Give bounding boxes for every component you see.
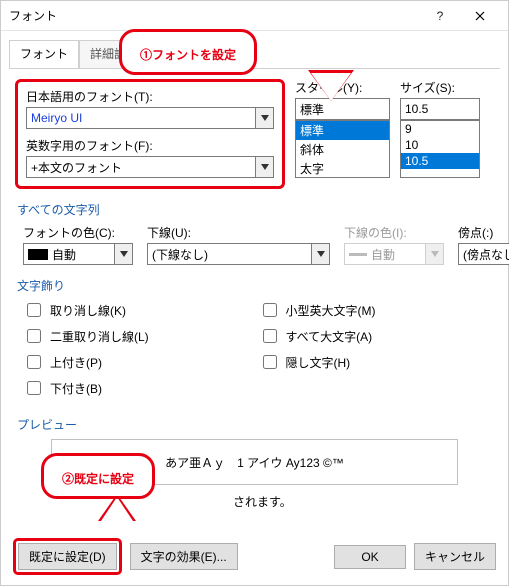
style-option[interactable]: 斜体: [296, 140, 389, 159]
dialog-buttons: 既定に設定(D) 文字の効果(E)... OK キャンセル: [13, 538, 496, 575]
smallcaps-checkbox[interactable]: 小型英大文字(M): [259, 300, 495, 320]
chevron-down-icon: [317, 251, 325, 257]
chevron-down-icon: [120, 251, 128, 257]
style-listbox[interactable]: 標準 斜体 太字: [295, 120, 390, 178]
jp-font-label: 日本語用のフォント(T):: [26, 88, 274, 105]
font-color-label: フォントの色(C):: [23, 224, 133, 241]
callout-2-tail: [101, 497, 133, 521]
underline-color-value: 自動: [371, 246, 395, 263]
underline-combo[interactable]: [147, 243, 312, 265]
set-default-highlight: 既定に設定(D): [13, 538, 122, 575]
size-option[interactable]: 9: [401, 121, 479, 137]
style-input[interactable]: [295, 98, 390, 120]
font-family-group-highlight: 日本語用のフォント(T): 英数字用のフォント(F):: [15, 79, 285, 189]
preview-header: プレビュー: [17, 416, 494, 433]
style-option[interactable]: 標準: [296, 121, 389, 140]
underline-color-dropdown-button: [426, 243, 444, 265]
underline-dropdown-button[interactable]: [312, 243, 330, 265]
emphasis-label: 傍点(:): [458, 224, 509, 241]
chevron-down-icon: [261, 115, 269, 121]
preview-note-suffix: されます。: [233, 495, 292, 509]
all-text-header: すべての文字列: [17, 201, 494, 218]
style-option[interactable]: 太字: [296, 159, 389, 178]
ok-button[interactable]: OK: [334, 545, 406, 569]
set-default-button[interactable]: 既定に設定(D): [18, 543, 117, 570]
decor-header: 文字飾り: [17, 277, 494, 294]
callout-1: ①フォントを設定: [119, 29, 257, 75]
size-option[interactable]: 10: [401, 137, 479, 153]
cancel-button[interactable]: キャンセル: [414, 543, 496, 570]
en-font-label: 英数字用のフォント(F):: [26, 137, 274, 154]
close-button[interactable]: [460, 2, 500, 30]
underline-label: 下線(U):: [147, 224, 330, 241]
subscript-checkbox[interactable]: 下付き(B): [23, 378, 259, 398]
callout-2: ②既定に設定: [41, 453, 155, 499]
allcaps-checkbox[interactable]: すべて大文字(A): [259, 326, 495, 346]
strike-checkbox[interactable]: 取り消し線(K): [23, 300, 259, 320]
size-option[interactable]: 10.5: [401, 153, 479, 169]
double-strike-checkbox[interactable]: 二重取り消し線(L): [23, 326, 259, 346]
text-effects-button[interactable]: 文字の効果(E)...: [130, 543, 238, 570]
font-color-dropdown-button[interactable]: [115, 243, 133, 265]
size-input[interactable]: [400, 98, 480, 120]
emphasis-combo[interactable]: [458, 243, 509, 265]
callout-1-tail: [311, 73, 351, 101]
dialog-title: フォント: [9, 7, 420, 24]
jp-font-combo[interactable]: [26, 107, 256, 129]
chevron-down-icon: [431, 251, 439, 257]
tab-font[interactable]: フォント: [9, 40, 79, 69]
tab-panel-font: 日本語用のフォント(T): 英数字用のフォント(F): スタイル(Y):: [9, 68, 500, 510]
en-font-combo[interactable]: [26, 156, 256, 178]
help-button[interactable]: ?: [420, 2, 460, 30]
en-font-dropdown-button[interactable]: [256, 156, 274, 178]
superscript-checkbox[interactable]: 上付き(P): [23, 352, 259, 372]
jp-font-dropdown-button[interactable]: [256, 107, 274, 129]
hidden-checkbox[interactable]: 隠し文字(H): [259, 352, 495, 372]
font-dialog: フォント ? フォント 詳細設定 日本語用のフォント(T): 英数字用のフォント…: [0, 0, 509, 586]
preview-sample: あア亜Ａｙ 1 アイウ Ay123 ©™: [165, 454, 344, 471]
size-label: サイズ(S):: [400, 79, 480, 96]
close-icon: [475, 11, 485, 21]
underline-color-label: 下線の色(I):: [344, 224, 444, 241]
font-color-value: 自動: [52, 246, 76, 263]
size-listbox[interactable]: 9 10 10.5: [400, 120, 480, 178]
titlebar: フォント ?: [1, 1, 508, 31]
chevron-down-icon: [261, 164, 269, 170]
